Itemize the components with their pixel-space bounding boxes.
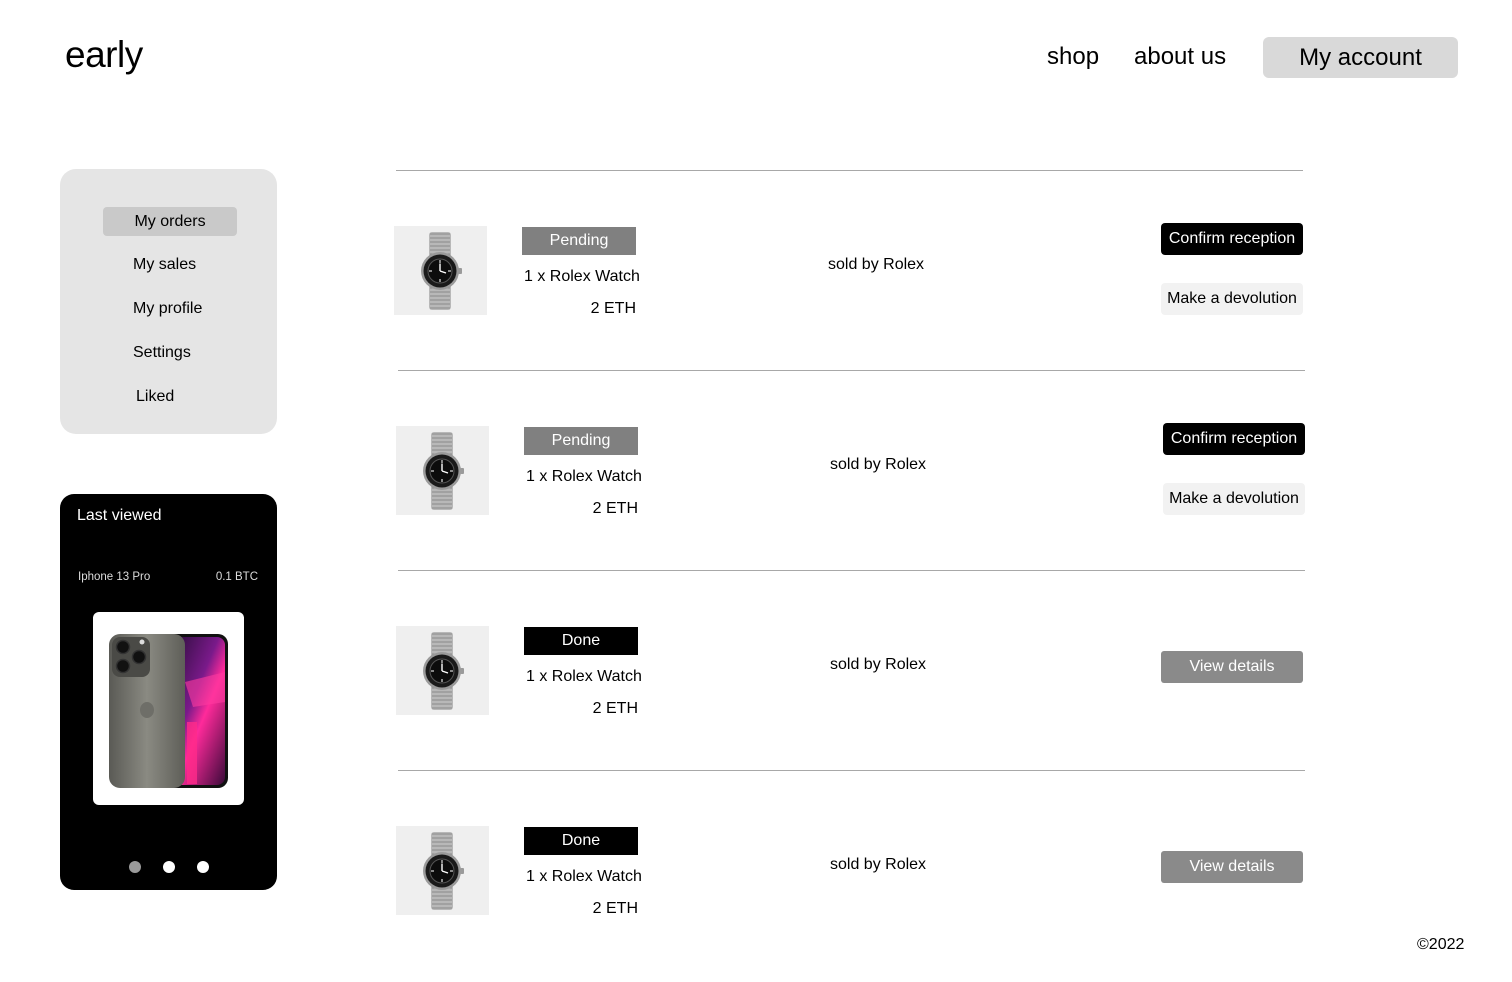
my-account-button[interactable]: My account [1263,37,1458,78]
watch-image [423,832,464,910]
view-details-button[interactable]: View details [1161,851,1303,883]
watch-image [423,632,464,710]
brand-logo[interactable]: early [65,34,143,76]
order-product-image[interactable] [394,226,487,315]
order-seller: sold by Rolex [830,656,927,673]
nav-shop-link[interactable]: shop [1047,43,1099,71]
order-item-description: 1 x Rolex Watch [526,468,642,485]
order-item-description: 1 x Rolex Watch [526,868,642,885]
watch-image [421,232,462,310]
order-product-image[interactable] [396,826,489,915]
order-divider [396,170,1303,171]
order-item-description: 1 x Rolex Watch [524,268,640,285]
watch-image [423,432,464,510]
order-divider [398,570,1305,571]
sidebar-item-settings[interactable]: Settings [133,344,191,362]
account-side-menu: My orders My sales My profile Settings L… [60,169,277,434]
last-viewed-panel: Last viewed Iphone 13 Pro 0.1 BTC [60,494,277,890]
carousel-dot-3[interactable] [197,861,209,873]
last-viewed-title: Last viewed [77,507,162,524]
sidebar-item-my-orders[interactable]: My orders [103,207,237,236]
order-status-badge: Done [524,827,638,855]
confirm-reception-button[interactable]: Confirm reception [1163,423,1305,455]
confirm-reception-button[interactable]: Confirm reception [1161,223,1303,255]
order-status-badge: Done [524,627,638,655]
last-viewed-product-price: 0.1 BTC [215,571,258,583]
order-seller: sold by Rolex [830,856,927,873]
last-viewed-product-name: Iphone 13 Pro [78,571,151,583]
iphone-image [109,634,228,788]
order-seller: sold by Rolex [830,456,927,473]
order-seller: sold by Rolex [828,256,925,273]
order-divider [398,370,1305,371]
carousel-dot-1[interactable] [129,861,141,873]
make-devolution-button[interactable]: Make a devolution [1161,283,1303,315]
copyright-text: ©2022 [1417,936,1465,953]
order-price: 2 ETH [592,900,638,917]
last-viewed-product-card[interactable] [93,612,244,805]
nav-about-link[interactable]: about us [1134,43,1226,71]
order-product-image[interactable] [396,426,489,515]
order-status-badge: Pending [524,427,638,455]
order-product-image[interactable] [396,626,489,715]
view-details-button[interactable]: View details [1161,651,1303,683]
carousel-dot-2[interactable] [163,861,175,873]
sidebar-item-liked[interactable]: Liked [136,388,174,406]
order-price: 2 ETH [592,700,638,717]
order-divider [398,770,1305,771]
sidebar-item-my-sales[interactable]: My sales [133,256,196,274]
order-item-description: 1 x Rolex Watch [526,668,642,685]
order-status-badge: Pending [522,227,636,255]
order-price: 2 ETH [590,300,636,317]
make-devolution-button[interactable]: Make a devolution [1163,483,1305,515]
order-price: 2 ETH [592,500,638,517]
sidebar-item-my-profile[interactable]: My profile [133,300,202,318]
